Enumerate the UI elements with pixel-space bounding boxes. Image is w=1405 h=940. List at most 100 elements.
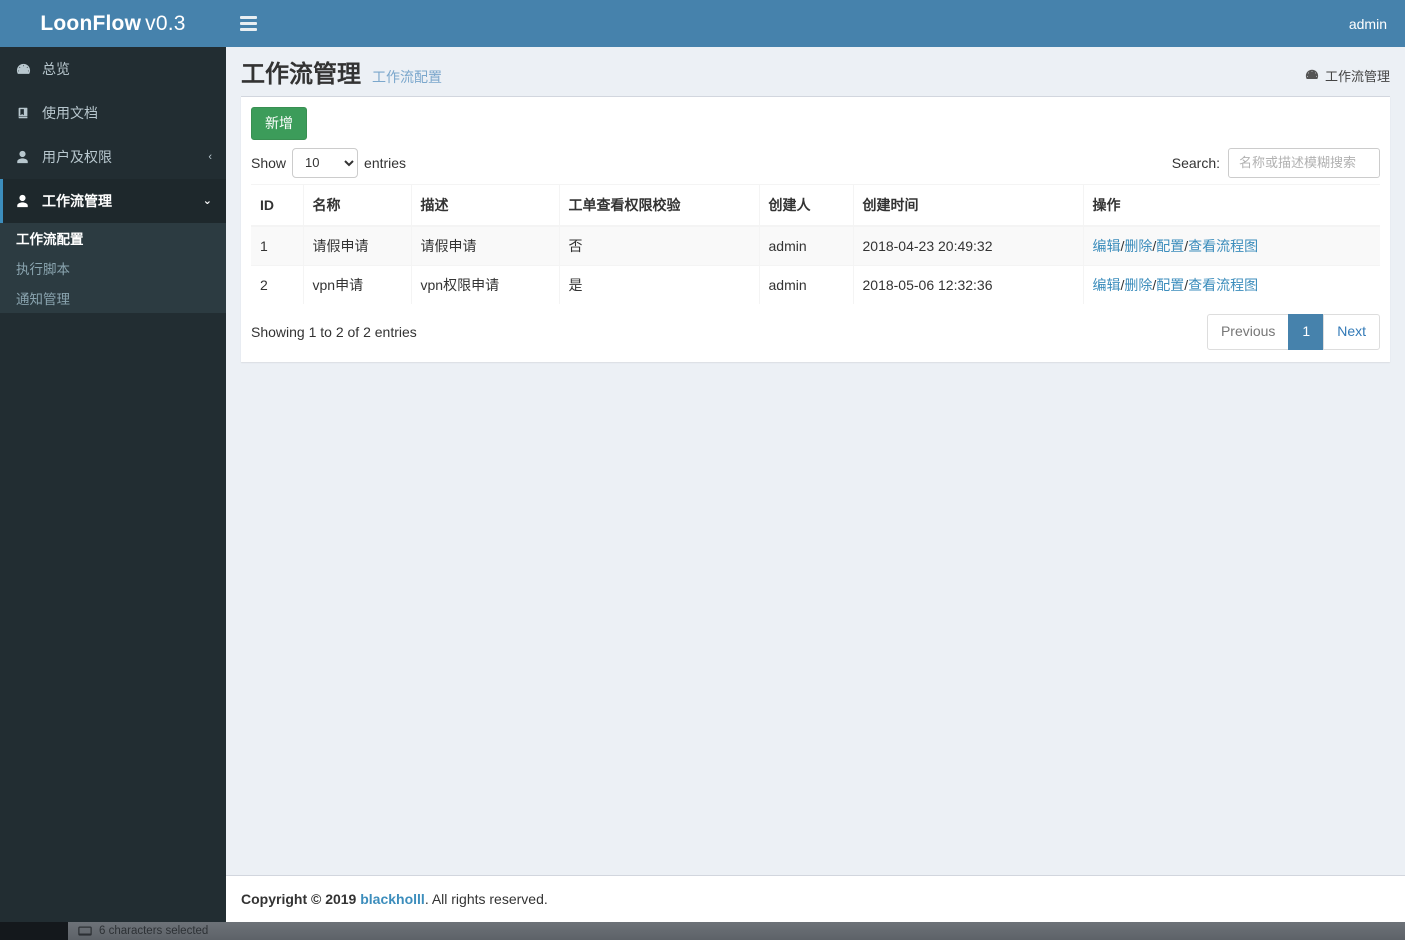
cell-actions: 编辑/删除/配置/查看流程图 — [1083, 225, 1380, 266]
datatable-info: Showing 1 to 2 of 2 entries — [251, 323, 417, 340]
cell-name: 请假申请 — [303, 225, 412, 266]
pagination: Previous 1 Next — [1206, 313, 1380, 350]
sidebar-item-label: 工作流管理 — [42, 193, 112, 209]
pagination-page-1[interactable]: 1 — [1288, 313, 1325, 350]
user-icon — [16, 194, 38, 208]
cell-created: 2018-04-23 20:49:32 — [853, 225, 1084, 266]
search-label: Search: — [1171, 154, 1220, 171]
os-status-bar: 6 characters selected — [0, 922, 1405, 940]
column-header-id[interactable]: ID — [251, 183, 304, 227]
action-delete[interactable]: 删除 — [1124, 277, 1152, 293]
cell-creator: admin — [759, 264, 854, 304]
sidebar-item-workflow-management[interactable]: 工作流管理 ⌄ — [0, 179, 226, 223]
breadcrumb[interactable]: 工作流管理 — [1305, 66, 1390, 85]
hamburger-bar — [239, 22, 257, 25]
page-length-prefix: Show — [251, 154, 287, 171]
action-view-flowchart[interactable]: 查看流程图 — [1188, 277, 1258, 293]
page-length-suffix: entries — [364, 154, 407, 171]
column-header-creator[interactable]: 创建人 — [759, 183, 854, 227]
sidebar-submenu: 工作流配置 执行脚本 通知管理 — [0, 223, 226, 313]
sidebar-item-users-permissions[interactable]: 用户及权限 ‹ — [0, 135, 226, 179]
column-header-view-perm[interactable]: 工单查看权限校验 — [559, 183, 760, 227]
table-body: 1 请假申请 请假申请 否 admin 2018-04-23 20:49:32 … — [251, 225, 1380, 304]
sidebar-item-label: 总览 — [42, 61, 70, 77]
app-root: LoonFlow v0.3 总览 使用文档 用户及权限 ‹ 工作流管理 ⌄ 工作… — [0, 0, 1405, 940]
sidebar-subitem-exec-script[interactable]: 执行脚本 — [0, 253, 226, 283]
status-bar-left-block — [0, 922, 68, 940]
cell-actions: 编辑/删除/配置/查看流程图 — [1083, 264, 1380, 304]
sidebar-nav: 总览 使用文档 用户及权限 ‹ 工作流管理 ⌄ — [0, 47, 226, 223]
cell-desc: 请假申请 — [411, 225, 560, 266]
pagination-previous[interactable]: Previous — [1206, 313, 1290, 350]
cell-desc: vpn权限申请 — [411, 264, 560, 304]
page-footer: Copyright © 2019 blackholll. All rights … — [226, 875, 1405, 922]
page-title: 工作流管理 — [241, 61, 361, 88]
page-subtitle: 工作流配置 — [372, 69, 442, 85]
tachometer-icon — [16, 62, 38, 77]
column-header-name[interactable]: 名称 — [303, 183, 412, 227]
table-row: 2 vpn申请 vpn权限申请 是 admin 2018-05-06 12:32… — [251, 264, 1380, 304]
column-header-desc[interactable]: 描述 — [411, 183, 560, 227]
cell-id: 1 — [251, 225, 304, 266]
author-link[interactable]: blackholll — [360, 891, 425, 907]
hamburger-bar — [239, 28, 257, 31]
action-delete[interactable]: 删除 — [1124, 238, 1152, 254]
status-bar-content: 6 characters selected — [68, 925, 208, 937]
cell-name: vpn申请 — [303, 264, 412, 304]
sidebar-item-overview[interactable]: 总览 — [0, 47, 226, 91]
column-header-created[interactable]: 创建时间 — [853, 183, 1084, 227]
workflow-table-card: 新增 Show 10 entries Search: ID — [241, 96, 1390, 362]
window-icon — [78, 926, 92, 937]
sidebar-item-docs[interactable]: 使用文档 — [0, 91, 226, 135]
cell-id: 2 — [251, 264, 304, 304]
copyright-text: Copyright © 2019 — [241, 891, 357, 907]
cell-creator: admin — [759, 225, 854, 266]
breadcrumb-label: 工作流管理 — [1324, 68, 1390, 84]
action-config[interactable]: 配置 — [1156, 238, 1184, 254]
table-header-row: ID 名称 描述 工单查看权限校验 创建人 创建时间 操作 — [251, 183, 1380, 227]
cell-view-perm: 否 — [559, 225, 760, 266]
chevron-down-icon: ⌄ — [202, 194, 212, 207]
sidebar-subitem-workflow-config[interactable]: 工作流配置 — [0, 223, 226, 253]
datatable-controls: Show 10 entries Search: — [251, 140, 1380, 184]
sidebar-subitem-label: 执行脚本 — [16, 262, 70, 277]
tachometer-icon — [1305, 68, 1319, 82]
chevron-left-icon: ‹ — [208, 150, 212, 163]
app-logo[interactable]: LoonFlow v0.3 — [0, 0, 226, 47]
action-edit[interactable]: 编辑 — [1093, 238, 1121, 254]
table-row: 1 请假申请 请假申请 否 admin 2018-04-23 20:49:32 … — [251, 225, 1380, 266]
sidebar-subitem-label: 工作流配置 — [16, 232, 84, 247]
content-header: 工作流管理 工作流配置 工作流管理 — [226, 47, 1405, 96]
rights-text: . All rights reserved. — [424, 891, 548, 907]
user-menu[interactable]: admin — [1349, 16, 1405, 32]
table-head: ID 名称 描述 工单查看权限校验 创建人 创建时间 操作 — [251, 183, 1380, 227]
status-bar-text: 6 characters selected — [99, 925, 209, 937]
action-view-flowchart[interactable]: 查看流程图 — [1188, 238, 1258, 254]
page-length-control: Show 10 entries — [251, 147, 407, 178]
user-icon — [16, 150, 38, 164]
action-edit[interactable]: 编辑 — [1093, 277, 1121, 293]
page-length-select[interactable]: 10 — [292, 147, 359, 178]
logo-version: v0.3 — [145, 11, 186, 35]
search-control: Search: — [1171, 147, 1380, 178]
search-input[interactable] — [1228, 147, 1380, 178]
pagination-next[interactable]: Next — [1323, 313, 1380, 350]
add-button[interactable]: 新增 — [251, 107, 307, 140]
top-header: admin — [226, 0, 1405, 47]
content-area: 工作流管理 工作流配置 工作流管理 新增 Show 10 entries Sea… — [226, 47, 1405, 875]
sidebar-subitem-label: 通知管理 — [16, 292, 70, 307]
hamburger-icon[interactable] — [226, 0, 268, 47]
sidebar-item-label: 使用文档 — [42, 105, 98, 121]
action-config[interactable]: 配置 — [1156, 277, 1184, 293]
workflow-table: ID 名称 描述 工单查看权限校验 创建人 创建时间 操作 1 请假申请 请假申… — [251, 183, 1380, 304]
cell-view-perm: 是 — [559, 264, 760, 304]
book-icon — [16, 106, 38, 120]
cell-created: 2018-05-06 12:32:36 — [853, 264, 1084, 304]
datatable-footer: Showing 1 to 2 of 2 entries Previous 1 N… — [251, 304, 1380, 362]
hamburger-bar — [239, 16, 257, 19]
sidebar-subitem-notification[interactable]: 通知管理 — [0, 283, 226, 313]
sidebar-item-label: 用户及权限 — [42, 149, 112, 165]
sidebar: LoonFlow v0.3 总览 使用文档 用户及权限 ‹ 工作流管理 ⌄ 工作… — [0, 0, 226, 922]
column-header-actions[interactable]: 操作 — [1083, 183, 1380, 227]
logo-name: LoonFlow — [40, 11, 142, 35]
